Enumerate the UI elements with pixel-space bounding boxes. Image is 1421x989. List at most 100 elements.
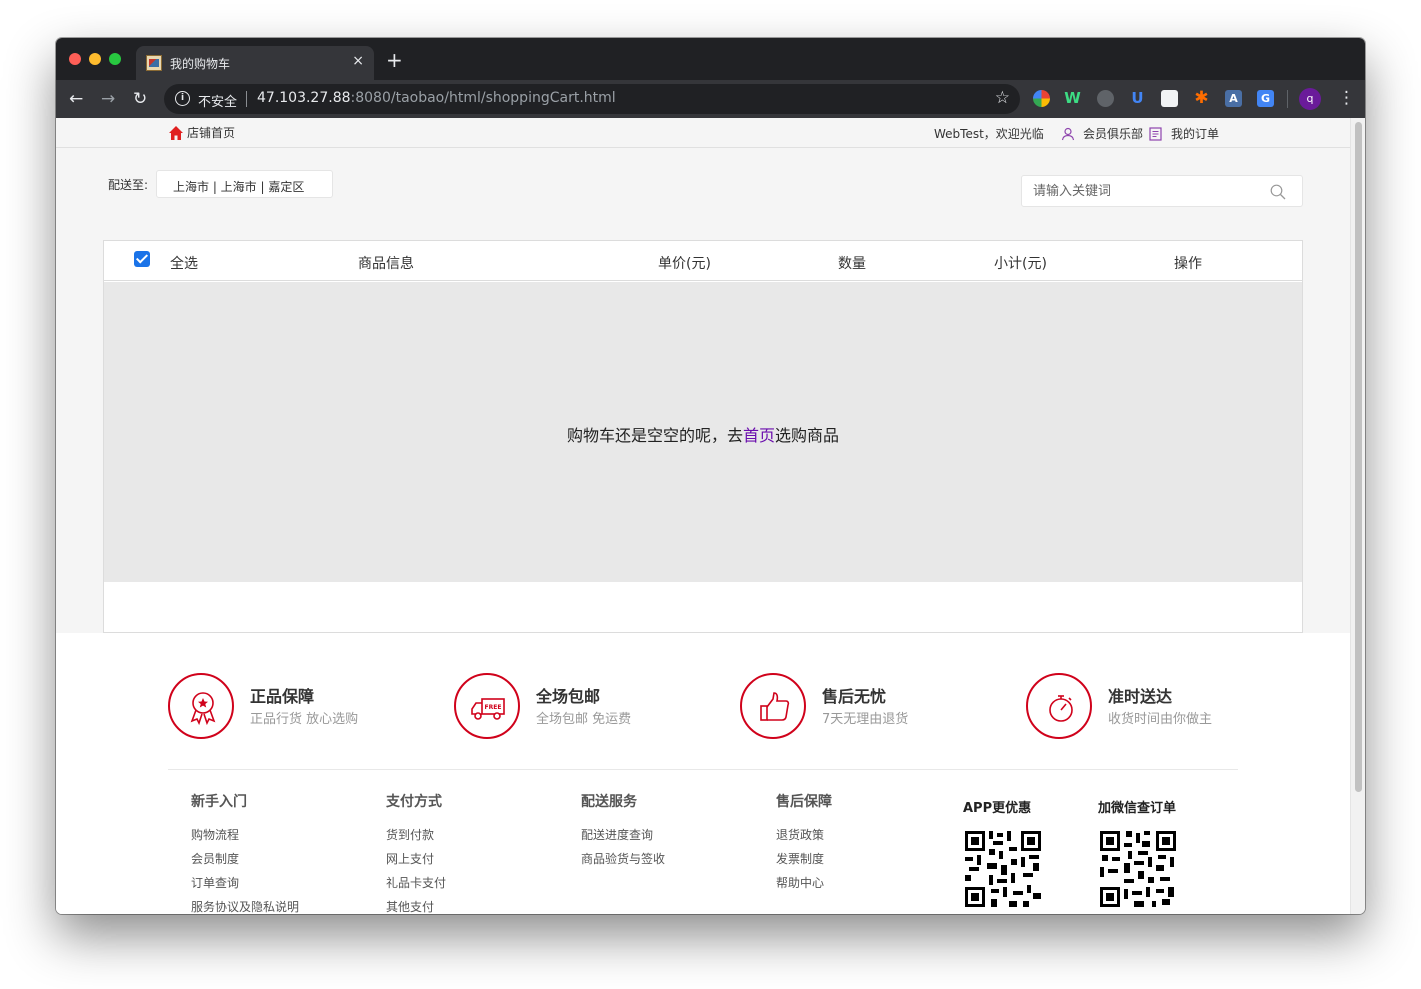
bookmark-star-icon[interactable]: ☆ [995, 88, 1010, 108]
footer-link[interactable]: 服务协议及隐私说明 [191, 895, 299, 914]
my-orders-link[interactable]: 我的订单 [1149, 125, 1219, 142]
store-home-label: 店铺首页 [187, 126, 236, 140]
screen: 我的购物车 × + ← → ↻ i 不安全 47.103.27.88:8080/… [0, 0, 1421, 989]
footer-link[interactable]: 发票制度 [776, 847, 832, 871]
minimize-window-button[interactable] [89, 53, 101, 65]
store-home-link[interactable]: 店铺首页 [168, 124, 235, 141]
extension-a-icon[interactable]: A [1225, 90, 1242, 107]
extension-u-icon[interactable]: U [1129, 90, 1146, 107]
col-subtotal: 小计(元) [994, 256, 1047, 272]
new-tab-button[interactable]: + [386, 50, 403, 70]
cart-header-row: 全选 商品信息 单价(元) 数量 小计(元) 操作 [104, 241, 1302, 281]
url-text[interactable]: 47.103.27.88:8080/taobao/html/shoppingCa… [257, 90, 616, 106]
address-bar[interactable]: i 不安全 47.103.27.88:8080/taobao/html/shop… [164, 84, 1020, 114]
col-select-all[interactable]: 全选 [170, 253, 198, 273]
menu-dots-icon[interactable]: ⋮ [1338, 88, 1355, 108]
extension-link-icon[interactable] [1097, 90, 1114, 107]
empty-prefix: 购物车还是空空的呢，去 [566, 426, 743, 445]
search-input[interactable] [1022, 176, 1262, 206]
footer-col-delivery: 配送服务 配送进度查询 商品验货与签收 [581, 791, 665, 871]
extension-asterisk-icon[interactable]: ✱ [1193, 90, 1210, 107]
search-icon[interactable] [1270, 184, 1286, 200]
delivery-address-select[interactable]: 上海市 | 上海市 | 嘉定区 [156, 170, 333, 198]
info-icon[interactable]: i [175, 91, 190, 106]
footer-col-head: 售后保障 [776, 794, 832, 810]
search-box [1021, 175, 1303, 207]
footer-col-head: 支付方式 [386, 794, 442, 810]
home-page-link[interactable]: 首页 [743, 426, 775, 445]
thumbs-up-icon [760, 692, 790, 721]
top-nav: 店铺首页 WebTest，欢迎光临 会员俱乐部 我的订单 [56, 118, 1350, 148]
feature-on-time: 准时送达 收货时间由你做主 [1026, 673, 1286, 739]
select-all-checkbox[interactable] [134, 251, 150, 267]
qr-code-icon [1098, 829, 1178, 909]
omnibox-separator [246, 91, 247, 107]
extension-notes-icon[interactable] [1161, 90, 1178, 107]
welcome-text: WebTest，欢迎光临 [934, 127, 1044, 141]
extension-color-ring-icon[interactable] [1033, 90, 1050, 107]
tab-title: 我的购物车 [170, 57, 231, 71]
qr-title: APP更优惠 [963, 801, 1032, 816]
footer-link[interactable]: 礼品卡支付 [386, 871, 446, 895]
member-club-link[interactable]: 会员俱乐部 [1061, 125, 1143, 142]
toolbar-divider [1287, 90, 1288, 108]
feature-subtitle: 全场包邮 免运费 [536, 712, 632, 727]
url-path: :8080/taobao/html/shoppingCart.html [350, 90, 616, 106]
footer-link[interactable]: 帮助中心 [776, 871, 832, 895]
empty-cart-panel: 购物车还是空空的呢，去首页选购商品 [104, 282, 1302, 582]
feature-title: 全场包邮 [536, 687, 601, 706]
col-action: 操作 [1174, 256, 1202, 272]
feature-title: 售后无忧 [822, 687, 887, 706]
stopwatch-icon [1049, 695, 1073, 722]
feature-free-shipping: FREE 全场包邮 全场包邮 免运费 [454, 673, 714, 739]
feature-circle [740, 673, 806, 739]
col-quantity: 数量 [838, 256, 866, 272]
footer-col-payment: 支付方式 货到付款 网上支付 礼品卡支付 其他支付 [386, 791, 446, 914]
tab-bar: 我的购物车 × + [56, 38, 1365, 80]
back-icon[interactable]: ← [69, 89, 83, 109]
footer-link[interactable]: 货到付款 [386, 823, 446, 847]
tab-active[interactable]: 我的购物车 × [136, 46, 374, 80]
free-shipping-truck-icon: FREE [471, 698, 505, 720]
forward-icon[interactable]: → [101, 89, 115, 109]
footer-link[interactable]: 购物流程 [191, 823, 299, 847]
my-orders-label: 我的订单 [1171, 127, 1220, 141]
qr-title: 加微信查订单 [1098, 801, 1177, 816]
extension-w-icon[interactable]: W [1064, 90, 1081, 107]
footer-divider [168, 769, 1238, 770]
feature-circle: FREE [454, 673, 520, 739]
member-club-label: 会员俱乐部 [1083, 127, 1144, 141]
favicon-icon [146, 55, 162, 71]
medal-icon [190, 692, 216, 726]
col-product-info: 商品信息 [358, 256, 414, 272]
member-icon [1061, 127, 1075, 140]
maximize-window-button[interactable] [109, 53, 121, 65]
extension-translate-icon[interactable]: G [1257, 90, 1274, 107]
reload-icon[interactable]: ↻ [133, 89, 147, 109]
feature-title: 正品保障 [250, 687, 315, 706]
footer-col-after-sales: 售后保障 退货政策 发票制度 帮助中心 [776, 791, 832, 895]
url-host: 47.103.27.88 [257, 90, 351, 106]
footer-link[interactable]: 其他支付 [386, 895, 446, 914]
footer-col-head: 新手入门 [191, 794, 247, 810]
footer-link[interactable]: 配送进度查询 [581, 823, 665, 847]
qr-code-icon [963, 829, 1043, 909]
feature-circle [168, 673, 234, 739]
footer-link[interactable]: 订单查询 [191, 871, 299, 895]
footer-link[interactable]: 退货政策 [776, 823, 832, 847]
browser-toolbar: ← → ↻ i 不安全 47.103.27.88:8080/taobao/htm… [56, 80, 1365, 118]
footer-link[interactable]: 会员制度 [191, 847, 299, 871]
page-scrollbar[interactable] [1350, 118, 1365, 914]
empty-cart-message: 购物车还是空空的呢，去首页选购商品 [104, 422, 1302, 446]
footer-link[interactable]: 网上支付 [386, 847, 446, 871]
tab-close-icon[interactable]: × [352, 53, 364, 69]
footer-link[interactable]: 商品验货与签收 [581, 847, 665, 871]
feature-subtitle: 收货时间由你做主 [1108, 712, 1213, 727]
footer-col-head: 配送服务 [581, 794, 637, 810]
home-icon [169, 125, 183, 140]
orders-icon [1149, 126, 1162, 141]
profile-avatar[interactable]: q [1299, 88, 1321, 110]
close-window-button[interactable] [69, 53, 81, 65]
scrollbar-thumb[interactable] [1355, 122, 1362, 792]
footer: 正品保障 正品行货 放心选购 FREE 全场包邮 全场包邮 免运费 售后无忧 7… [56, 633, 1350, 914]
